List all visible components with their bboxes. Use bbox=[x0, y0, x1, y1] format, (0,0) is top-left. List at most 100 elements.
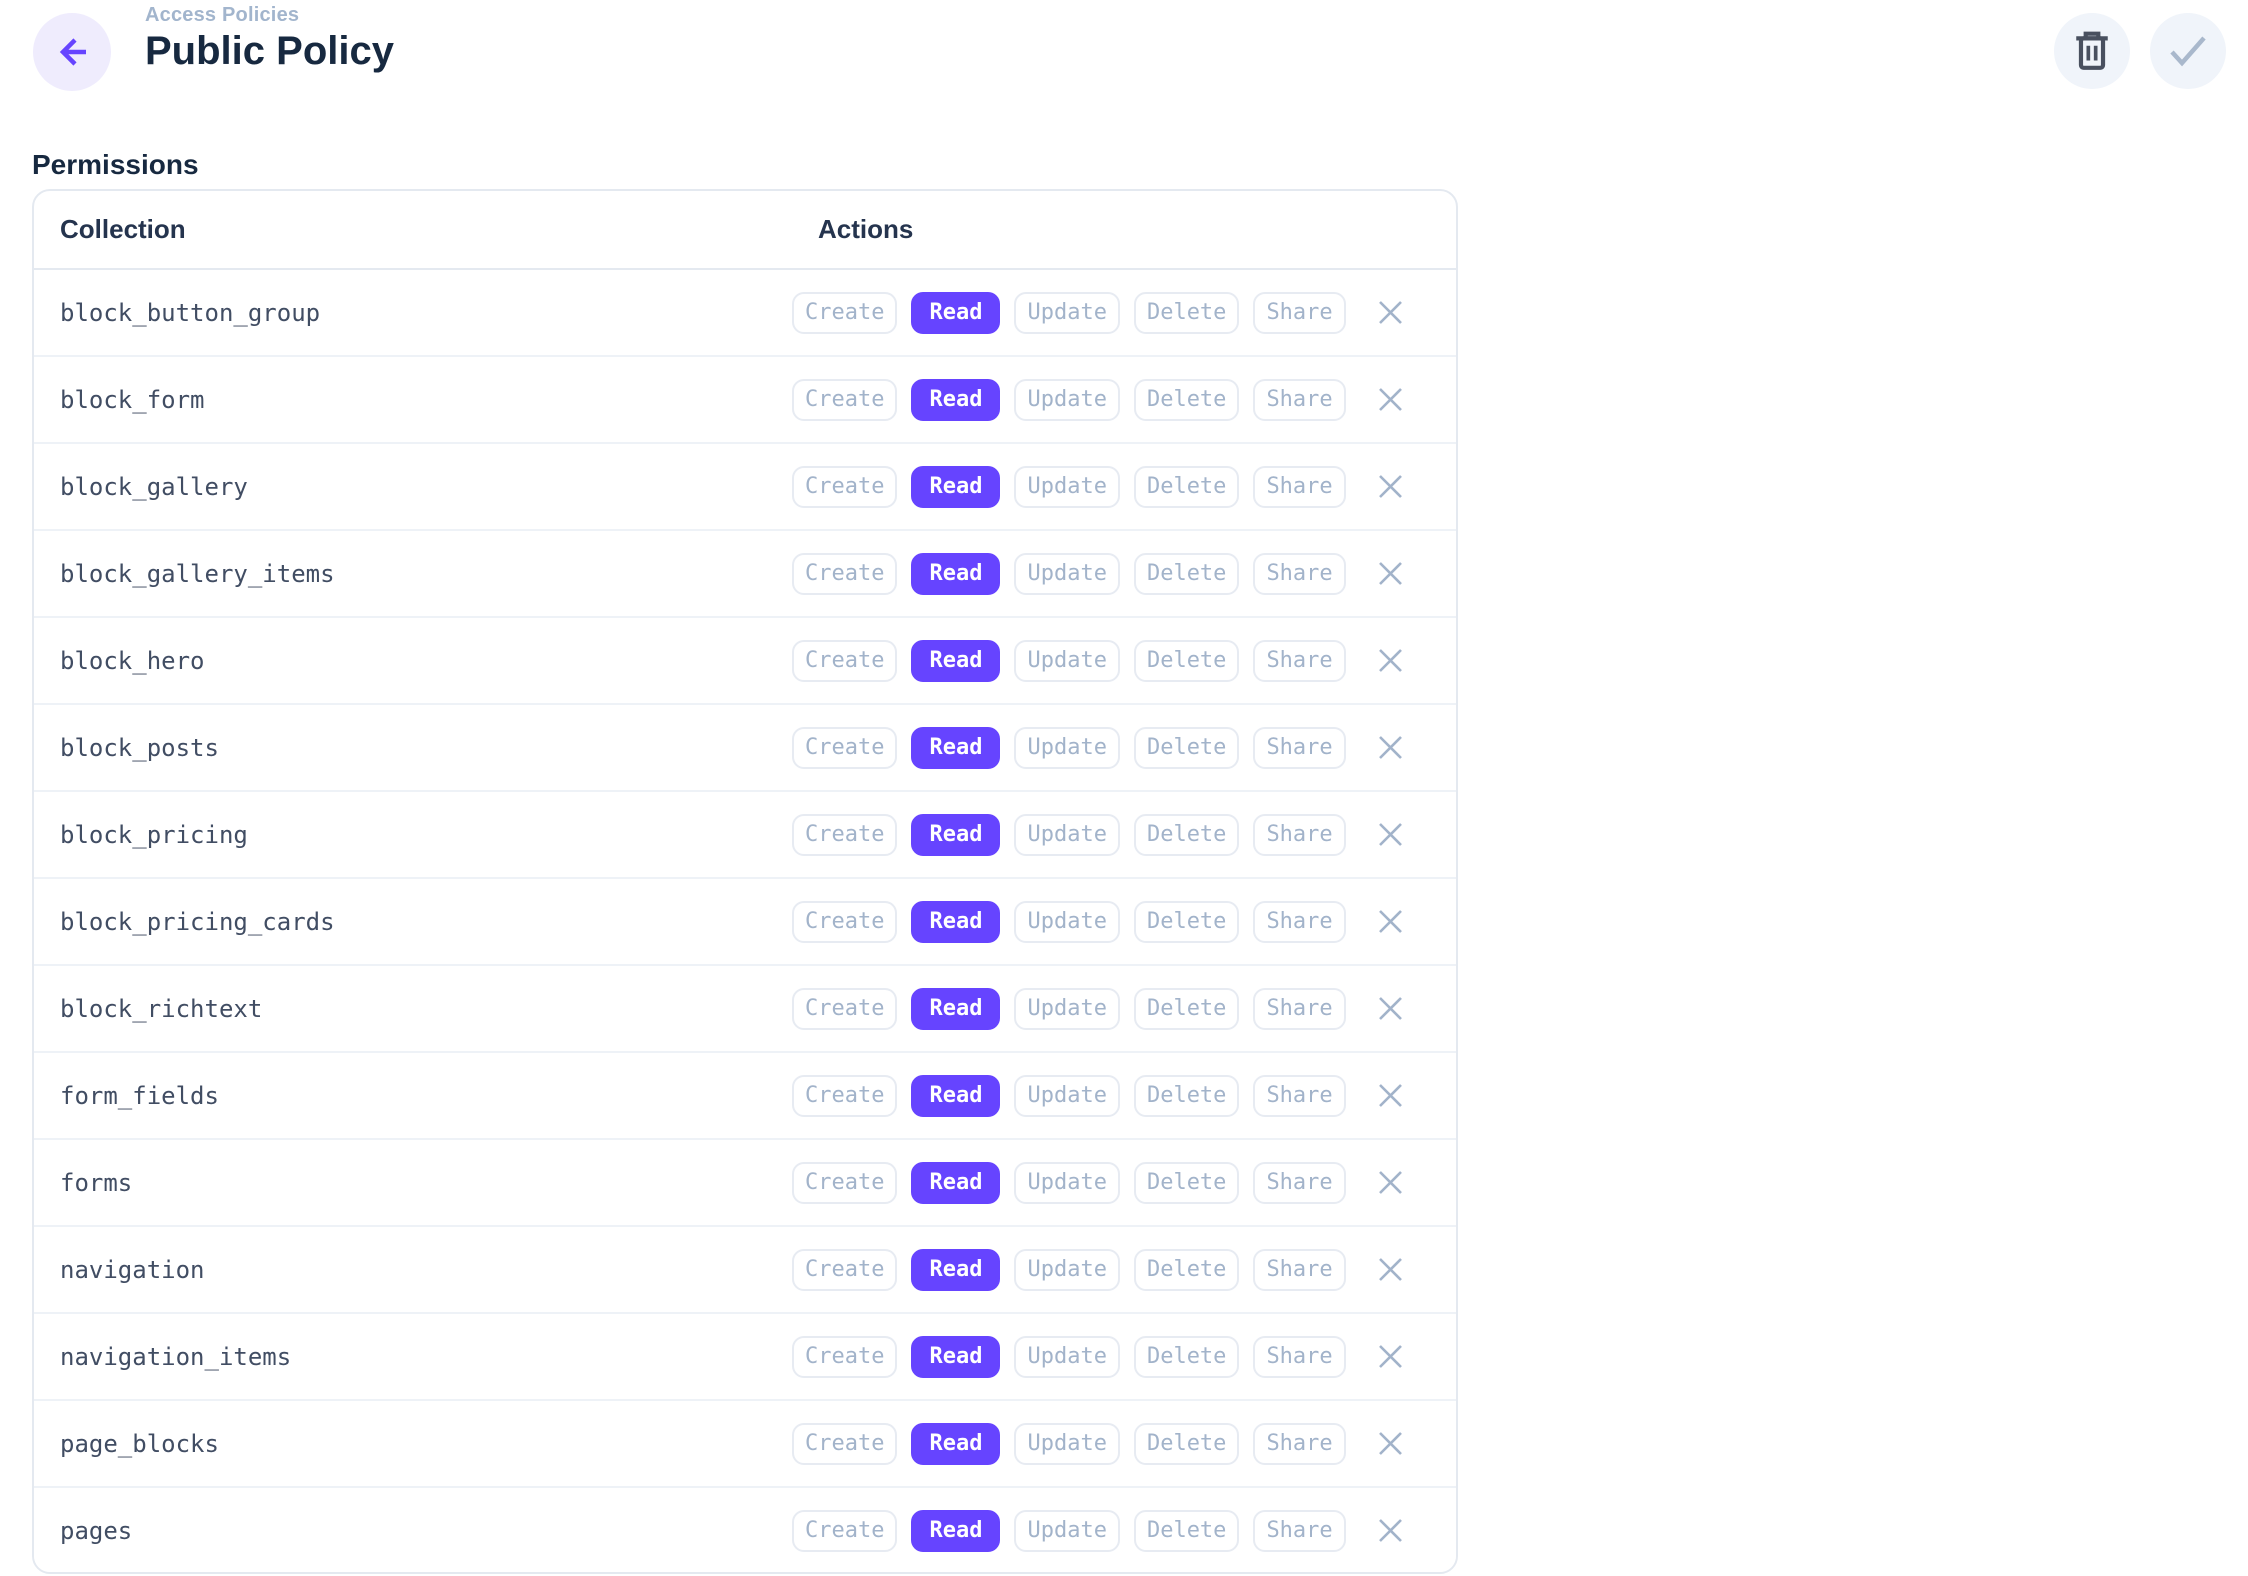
remove-permission-button[interactable] bbox=[1374, 1340, 1408, 1374]
action-toggle-update[interactable]: Update bbox=[1014, 901, 1119, 943]
action-toggle-create[interactable]: Create bbox=[792, 553, 897, 595]
action-toggle-create[interactable]: Create bbox=[792, 466, 897, 508]
action-toggle-update[interactable]: Update bbox=[1014, 466, 1119, 508]
action-toggle-delete[interactable]: Delete bbox=[1134, 292, 1239, 334]
action-toggle-read[interactable]: Read bbox=[911, 1510, 1000, 1552]
action-toggle-delete[interactable]: Delete bbox=[1134, 379, 1239, 421]
action-toggle-create[interactable]: Create bbox=[792, 1075, 897, 1117]
action-toggle-create[interactable]: Create bbox=[792, 1162, 897, 1204]
remove-permission-button[interactable] bbox=[1374, 296, 1408, 330]
save-button[interactable] bbox=[2150, 13, 2226, 89]
action-toggle-create[interactable]: Create bbox=[792, 1336, 897, 1378]
action-toggle-create[interactable]: Create bbox=[792, 1510, 897, 1552]
action-toggle-read[interactable]: Read bbox=[911, 814, 1000, 856]
remove-permission-button[interactable] bbox=[1374, 1079, 1408, 1113]
action-toggle-delete[interactable]: Delete bbox=[1134, 553, 1239, 595]
action-toggle-share[interactable]: Share bbox=[1253, 901, 1345, 943]
action-toggle-share[interactable]: Share bbox=[1253, 379, 1345, 421]
action-toggle-share[interactable]: Share bbox=[1253, 727, 1345, 769]
action-toggle-read[interactable]: Read bbox=[911, 1162, 1000, 1204]
action-toggle-share[interactable]: Share bbox=[1253, 1249, 1345, 1291]
action-toggle-create[interactable]: Create bbox=[792, 640, 897, 682]
action-toggle-update[interactable]: Update bbox=[1014, 640, 1119, 682]
action-toggle-share[interactable]: Share bbox=[1253, 1510, 1345, 1552]
action-toggle-share[interactable]: Share bbox=[1253, 1162, 1345, 1204]
action-toggle-read[interactable]: Read bbox=[911, 1249, 1000, 1291]
action-toggle-delete[interactable]: Delete bbox=[1134, 814, 1239, 856]
action-toggle-update[interactable]: Update bbox=[1014, 1249, 1119, 1291]
action-toggle-create[interactable]: Create bbox=[792, 379, 897, 421]
action-toggle-create[interactable]: Create bbox=[792, 1423, 897, 1465]
action-toggle-delete[interactable]: Delete bbox=[1134, 640, 1239, 682]
permissions-heading: Permissions bbox=[32, 150, 2248, 180]
action-toggle-update[interactable]: Update bbox=[1014, 1423, 1119, 1465]
action-toggle-update[interactable]: Update bbox=[1014, 379, 1119, 421]
remove-permission-button[interactable] bbox=[1374, 1427, 1408, 1461]
action-toggle-share[interactable]: Share bbox=[1253, 1423, 1345, 1465]
action-toggle-delete[interactable]: Delete bbox=[1134, 1336, 1239, 1378]
action-toggle-read[interactable]: Read bbox=[911, 466, 1000, 508]
remove-permission-button[interactable] bbox=[1374, 1166, 1408, 1200]
remove-permission-button[interactable] bbox=[1374, 644, 1408, 678]
action-toggle-share[interactable]: Share bbox=[1253, 814, 1345, 856]
actions-cell: Create Read Update Delete Share bbox=[792, 1162, 1456, 1204]
action-toggle-read[interactable]: Read bbox=[911, 1075, 1000, 1117]
remove-permission-button[interactable] bbox=[1374, 470, 1408, 504]
action-toggle-update[interactable]: Update bbox=[1014, 1510, 1119, 1552]
table-row: pages CreateReadUpdateDeleteShare bbox=[34, 1488, 1456, 1574]
action-toggle-update[interactable]: Update bbox=[1014, 553, 1119, 595]
action-toggle-share[interactable]: Share bbox=[1253, 292, 1345, 334]
action-toggle-update[interactable]: Update bbox=[1014, 814, 1119, 856]
remove-permission-button[interactable] bbox=[1374, 383, 1408, 417]
action-toggle-read[interactable]: Read bbox=[911, 901, 1000, 943]
action-toggle-create[interactable]: Create bbox=[792, 988, 897, 1030]
action-toggle-update[interactable]: Update bbox=[1014, 1336, 1119, 1378]
action-toggle-delete[interactable]: Delete bbox=[1134, 1249, 1239, 1291]
action-toggle-delete[interactable]: Delete bbox=[1134, 727, 1239, 769]
remove-permission-button[interactable] bbox=[1374, 1514, 1408, 1548]
remove-permission-button[interactable] bbox=[1374, 557, 1408, 591]
action-toggle-update[interactable]: Update bbox=[1014, 988, 1119, 1030]
remove-permission-button[interactable] bbox=[1374, 905, 1408, 939]
action-toggle-delete[interactable]: Delete bbox=[1134, 901, 1239, 943]
action-toggle-delete[interactable]: Delete bbox=[1134, 466, 1239, 508]
action-toggle-update[interactable]: Update bbox=[1014, 292, 1119, 334]
remove-permission-button[interactable] bbox=[1374, 992, 1408, 1026]
action-toggle-create[interactable]: Create bbox=[792, 814, 897, 856]
action-toggle-delete[interactable]: Delete bbox=[1134, 1510, 1239, 1552]
action-toggle-read[interactable]: Read bbox=[911, 727, 1000, 769]
delete-policy-button[interactable] bbox=[2054, 13, 2130, 89]
action-toggle-read[interactable]: Read bbox=[911, 988, 1000, 1030]
action-toggle-read[interactable]: Read bbox=[911, 379, 1000, 421]
x-icon bbox=[1377, 908, 1404, 935]
action-toggle-read[interactable]: Read bbox=[911, 553, 1000, 595]
collection-name: block_button_group bbox=[34, 299, 792, 327]
action-toggle-share[interactable]: Share bbox=[1253, 466, 1345, 508]
action-toggle-delete[interactable]: Delete bbox=[1134, 988, 1239, 1030]
action-toggle-read[interactable]: Read bbox=[911, 640, 1000, 682]
action-toggle-read[interactable]: Read bbox=[911, 292, 1000, 334]
remove-permission-button[interactable] bbox=[1374, 731, 1408, 765]
remove-permission-button[interactable] bbox=[1374, 818, 1408, 852]
action-toggle-delete[interactable]: Delete bbox=[1134, 1075, 1239, 1117]
remove-permission-button[interactable] bbox=[1374, 1253, 1408, 1287]
action-toggle-share[interactable]: Share bbox=[1253, 640, 1345, 682]
action-toggle-delete[interactable]: Delete bbox=[1134, 1162, 1239, 1204]
action-toggle-read[interactable]: Read bbox=[911, 1336, 1000, 1378]
action-toggle-update[interactable]: Update bbox=[1014, 1162, 1119, 1204]
action-toggle-create[interactable]: Create bbox=[792, 901, 897, 943]
action-toggle-create[interactable]: Create bbox=[792, 727, 897, 769]
action-toggle-share[interactable]: Share bbox=[1253, 1075, 1345, 1117]
action-toggle-share[interactable]: Share bbox=[1253, 988, 1345, 1030]
action-toggle-update[interactable]: Update bbox=[1014, 1075, 1119, 1117]
action-toggle-update[interactable]: Update bbox=[1014, 727, 1119, 769]
table-body: block_button_group Create Read Update Delet… bbox=[34, 270, 1456, 1574]
back-button[interactable] bbox=[33, 13, 111, 91]
action-toggle-delete[interactable]: Delete bbox=[1134, 1423, 1239, 1465]
action-toggle-create[interactable]: Create bbox=[792, 292, 897, 334]
action-toggle-create[interactable]: Create bbox=[792, 1249, 897, 1291]
action-toggle-share[interactable]: Share bbox=[1253, 553, 1345, 595]
action-toggle-share[interactable]: Share bbox=[1253, 1336, 1345, 1378]
table-row: navigation CreateReadUpdateDeleteShare bbox=[34, 1227, 1456, 1314]
action-toggle-read[interactable]: Read bbox=[911, 1423, 1000, 1465]
